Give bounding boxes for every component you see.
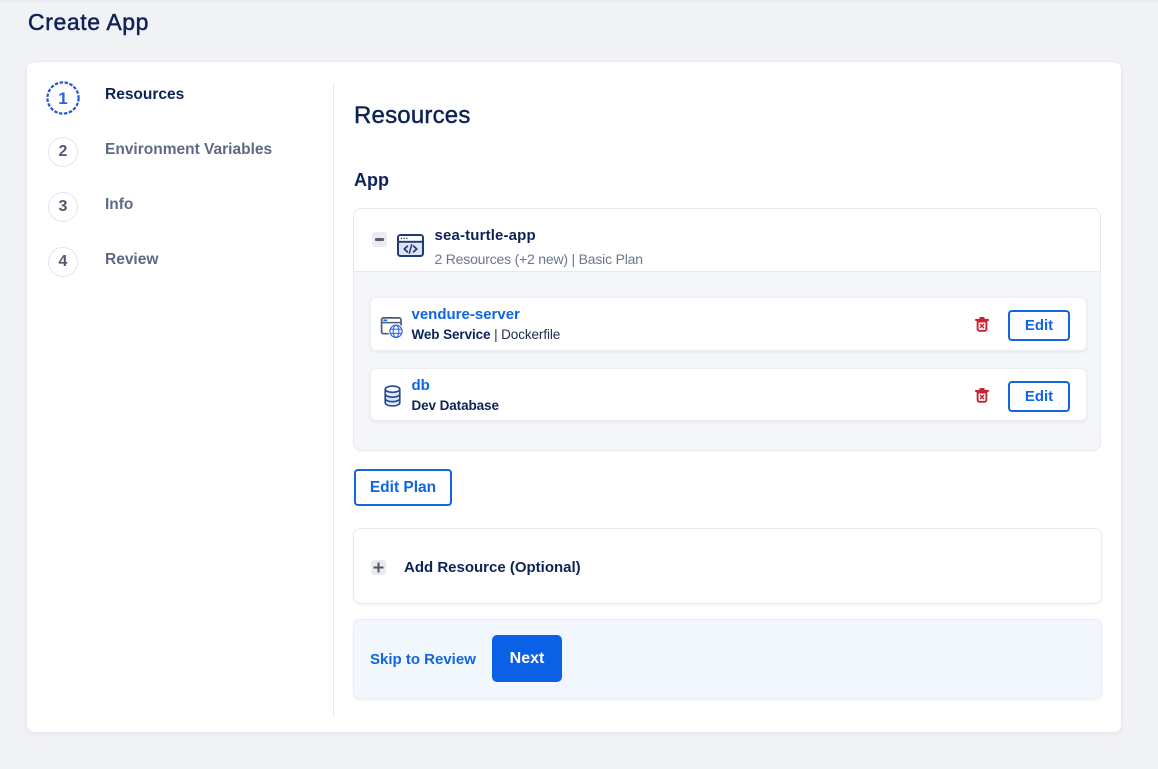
svg-text:1: 1 [58, 89, 67, 108]
